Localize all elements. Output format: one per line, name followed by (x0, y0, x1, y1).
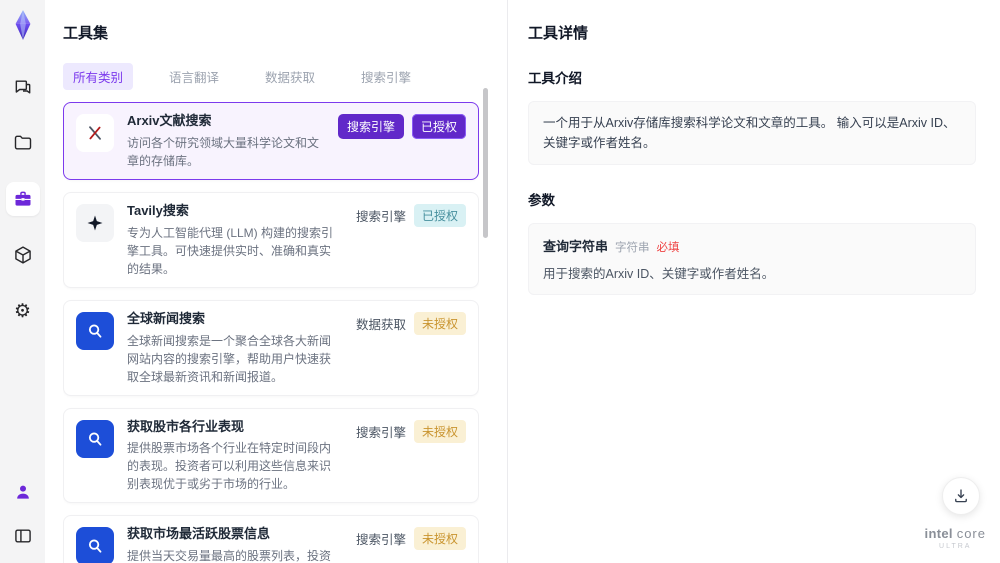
tools-panel: 工具集 所有类别 语言翻译 数据获取 搜索引擎 Arxiv文献搜索 访问各个研究… (45, 0, 508, 563)
page-title: 工具集 (63, 25, 109, 42)
params-heading: 参数 (528, 193, 555, 208)
scrollbar-thumb[interactable] (483, 88, 488, 238)
tool-name: Tavily搜索 (127, 202, 189, 218)
tool-details-panel: 工具详情 工具介绍 一个用于从Arxiv存储库搜索科学论文和文章的工具。 输入可… (508, 0, 1000, 563)
tool-name: 获取股市各行业表现 (127, 418, 245, 434)
tool-intro-text: 一个用于从Arxiv存储库搜索科学论文和文章的工具。 输入可以是Arxiv ID… (528, 101, 976, 165)
tool-name: 获取市场最活跃股票信息 (127, 526, 271, 542)
tool-description: 访问各个研究领域大量科学论文和文章的存储库。 (127, 135, 320, 168)
auth-status-badge: 未授权 (413, 311, 466, 335)
intel-ultra-text: ULTRA (939, 543, 972, 551)
tool-description: 专为人工智能代理 (LLM) 构建的搜索引擎工具。可快速提供实时、准确和真实的结… (127, 225, 334, 276)
sidebar-item-chat[interactable] (6, 70, 40, 104)
sidebar-item-settings[interactable]: ⚙ (6, 294, 40, 328)
sidebar-item-account[interactable] (6, 475, 40, 509)
briefcase-icon (15, 191, 30, 206)
category-badge: 搜索引擎 (355, 209, 406, 224)
sidebar-item-toolbox[interactable] (5, 182, 40, 216)
blue-search-icon (76, 419, 114, 458)
user-icon (16, 485, 29, 499)
folder-icon (14, 135, 31, 150)
tool-description: 提供股票市场各个行业在特定时间段内的表现。投资者可以利用这些信息来识别表现优于或… (127, 441, 332, 492)
panel-toggle-icon (14, 529, 31, 543)
tool-card[interactable]: 全球新闻搜索 全球新闻搜索是一个聚合全球各大新闻网站内容的搜索引擎，帮助用户快速… (63, 299, 479, 396)
tool-card[interactable]: 获取市场最活跃股票信息 提供当天交易量最高的股票列表，投资者可以利用这些信息来识… (63, 515, 479, 563)
blue-search-icon (76, 527, 114, 563)
tool-card[interactable]: Arxiv文献搜索 访问各个研究领域大量科学论文和文章的存储库。 搜索引擎 已授… (63, 102, 479, 180)
sidebar-item-collapse[interactable] (6, 519, 40, 553)
tool-badges: 搜索引擎 已授权 (355, 203, 466, 227)
tool-description: 提供当天交易量最高的股票列表，投资者可以利用这些信息来识别流动性强的股票和潜在的… (127, 549, 332, 563)
tool-info: 全球新闻搜索 全球新闻搜索是一个聚合全球各大新闻网站内容的搜索引擎，帮助用户快速… (127, 310, 343, 386)
intro-heading: 工具介绍 (528, 71, 582, 86)
auth-status-badge: 已授权 (411, 114, 466, 139)
auth-status-badge: 未授权 (413, 527, 466, 551)
category-tab[interactable]: 数据获取 (255, 63, 325, 90)
blue-search-icon (76, 311, 114, 350)
intel-brand-text: intel (924, 526, 953, 542)
tool-info: 获取股市各行业表现 提供股票市场各个行业在特定时间段内的表现。投资者可以利用这些… (127, 418, 343, 494)
download-button[interactable] (942, 477, 980, 515)
icon-rail: ⚙ (0, 0, 45, 563)
tool-card[interactable]: 获取股市各行业表现 提供股票市场各个行业在特定时间段内的表现。投资者可以利用这些… (63, 407, 479, 504)
tool-badges: 搜索引擎 未授权 (355, 419, 466, 443)
category-badge: 搜索引擎 (355, 425, 406, 440)
category-tabs: 所有类别 语言翻译 数据获取 搜索引擎 (63, 63, 479, 90)
download-icon (955, 489, 967, 503)
tool-info: Tavily搜索 专为人工智能代理 (LLM) 构建的搜索引擎工具。可快速提供实… (127, 202, 343, 278)
intel-product-text: core (956, 526, 986, 542)
category-badge: 数据获取 (355, 317, 406, 332)
cube-icon (14, 246, 31, 264)
intel-core-badge: intel core ULTRA (924, 526, 986, 551)
param-type: 字符串 (615, 242, 650, 254)
app-logo (8, 8, 38, 42)
tool-info: Arxiv文献搜索 访问各个研究领域大量科学论文和文章的存储库。 (127, 112, 325, 170)
tool-card[interactable]: Tavily搜索 专为人工智能代理 (LLM) 构建的搜索引擎工具。可快速提供实… (63, 191, 479, 288)
category-badge: 搜索引擎 (337, 114, 404, 139)
param-name: 查询字符串 (543, 239, 609, 254)
app-window: ⚙ 工具集 所有类别 语言翻译 数据获取 搜索引擎 Arxiv文献搜索 访问各个… (0, 0, 1000, 563)
sidebar-item-files[interactable] (6, 126, 40, 160)
param-description: 用于搜索的Arxiv ID、关键字或作者姓名。 (543, 267, 775, 281)
details-title: 工具详情 (528, 25, 589, 42)
tool-badges: 数据获取 未授权 (355, 311, 466, 335)
tool-name: Arxiv文献搜索 (127, 113, 212, 128)
arxiv-logo-icon (76, 114, 114, 152)
tool-list: Arxiv文献搜索 访问各个研究领域大量科学论文和文章的存储库。 搜索引擎 已授… (63, 102, 479, 563)
tool-badges: 搜索引擎 已授权 (337, 114, 466, 139)
param-item: 查询字符串 字符串 必填 用于搜索的Arxiv ID、关键字或作者姓名。 (528, 223, 976, 295)
gear-icon: ⚙ (13, 300, 32, 322)
tavily-logo-icon (76, 203, 114, 242)
tool-name: 全球新闻搜索 (127, 310, 206, 326)
tool-info: 获取市场最活跃股票信息 提供当天交易量最高的股票列表，投资者可以利用这些信息来识… (127, 525, 343, 563)
gem-logo-icon (15, 10, 30, 40)
category-tab[interactable]: 语言翻译 (159, 63, 229, 90)
category-badge: 搜索引擎 (355, 533, 406, 548)
sidebar-item-models[interactable] (6, 238, 40, 272)
tool-badges: 搜索引擎 未授权 (355, 527, 466, 551)
param-required-flag: 必填 (656, 242, 680, 254)
auth-status-badge: 未授权 (413, 419, 466, 443)
category-tab[interactable]: 所有类别 (63, 63, 134, 90)
chat-icon (15, 80, 30, 94)
auth-status-badge: 已授权 (413, 203, 466, 227)
category-tab[interactable]: 搜索引擎 (351, 63, 421, 90)
tool-description: 全球新闻搜索是一个聚合全球各大新闻网站内容的搜索引擎，帮助用户快速获取全球最新资… (127, 333, 332, 384)
